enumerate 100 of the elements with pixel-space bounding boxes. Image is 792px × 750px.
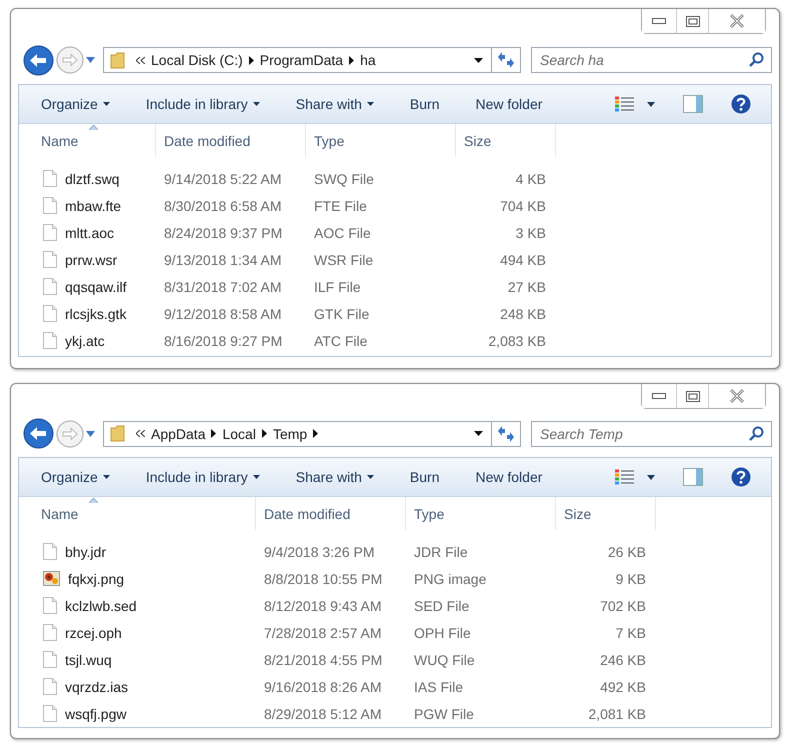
triangle-icon[interactable]	[349, 56, 354, 64]
close-button[interactable]	[708, 384, 765, 408]
triangle-icon[interactable]	[262, 429, 267, 438]
breadcrumb-item[interactable]: Temp	[266, 426, 314, 442]
file-name-cell[interactable]: vqrzdz.ias	[19, 678, 256, 695]
file-name-cell[interactable]: tsjl.wuq	[19, 651, 256, 668]
file-name-cell[interactable]: ykj.atc	[19, 332, 156, 349]
triangle-icon[interactable]	[248, 56, 254, 64]
file-name-cell[interactable]: bhy.jdr	[19, 543, 256, 560]
close-icon	[729, 389, 745, 403]
chevrons-icon	[136, 56, 145, 64]
maximize-icon	[686, 16, 700, 26]
file-name-cell[interactable]: dlztf.swq	[19, 170, 156, 187]
toolbar-button[interactable]: Burn	[402, 89, 448, 119]
document-icon	[43, 197, 57, 214]
type-cell-text: GTK File	[313, 306, 370, 322]
search-icon	[749, 52, 764, 67]
file-name-cell[interactable]: qqsqaw.ilf	[19, 278, 156, 295]
type-cell-text: OPH File	[413, 624, 472, 640]
breadcrumb-item[interactable]: AppData	[145, 426, 212, 442]
file-name-cell[interactable]: kclzlwb.sed	[19, 597, 256, 614]
folder-icon	[110, 425, 126, 442]
caret-icon	[102, 475, 110, 479]
back-button[interactable]	[23, 44, 54, 76]
close-button[interactable]	[708, 9, 765, 33]
file-name-cell[interactable]: rzcej.oph	[19, 624, 256, 641]
menu-button[interactable]: Organize	[33, 89, 118, 119]
minimize-button[interactable]	[642, 384, 676, 408]
column-header[interactable]: Name	[19, 497, 256, 530]
dropdown-icon[interactable]	[474, 431, 483, 436]
file-name-cell[interactable]: wsqfj.pgw	[19, 705, 256, 722]
type-cell-text: ILF File	[313, 278, 362, 294]
toolbar-button[interactable]: New folder	[467, 462, 550, 492]
column-header[interactable]: Type	[306, 124, 456, 157]
menu-button[interactable]: Organize	[33, 462, 118, 492]
triangle-icon[interactable]	[211, 429, 216, 438]
back-button[interactable]	[23, 418, 54, 449]
column-header[interactable]: Type	[406, 497, 556, 530]
caret-icon[interactable]	[647, 474, 655, 480]
file-name-cell[interactable]: mbaw.fte	[19, 197, 156, 214]
date-cell-text: 9/13/2018 1:34 AM	[163, 252, 283, 268]
breadcrumb-item[interactable]: Local	[216, 426, 262, 442]
breadcrumb-item[interactable]: ha	[354, 52, 382, 68]
size-cell-text: 702 KB	[599, 598, 647, 614]
menu-button[interactable]: Share with	[288, 89, 382, 119]
column-header[interactable]: Date modified	[156, 124, 306, 157]
search-field[interactable]: Search Temp	[531, 420, 772, 446]
type-cell-text: WSR File	[313, 252, 374, 268]
minimize-button[interactable]	[642, 9, 676, 33]
history-dropdown-icon[interactable]	[86, 57, 95, 63]
column-header[interactable]: Name	[19, 124, 156, 157]
view-options-icon[interactable]	[615, 96, 635, 112]
address-bar[interactable]: AppData Local Temp	[103, 420, 521, 446]
type-cell-text: WUQ File	[413, 652, 476, 668]
caret-icon[interactable]	[647, 102, 655, 106]
date-cell-text: 8/16/2018 9:27 PM	[163, 332, 284, 348]
type-cell-text: FTE File	[313, 198, 368, 214]
caret-icon	[366, 475, 374, 479]
dropdown-icon[interactable]	[474, 58, 483, 62]
file-name-cell[interactable]: prrw.wsr	[19, 251, 156, 268]
type-cell-text: PGW File	[413, 706, 475, 722]
menu-button[interactable]: Include in library	[138, 89, 268, 119]
size-cell-text: 26 KB	[606, 544, 647, 560]
document-icon	[43, 597, 57, 614]
date-cell-text: 8/30/2018 6:58 AM	[163, 198, 283, 214]
search-field[interactable]: Search ha	[531, 47, 772, 73]
chevrons-icon	[136, 430, 145, 437]
column-header[interactable]: Size	[556, 497, 656, 530]
caret-icon	[252, 102, 260, 106]
size-cell-text: 704 KB	[499, 198, 547, 214]
breadcrumb-item[interactable]: ProgramData	[254, 52, 350, 68]
image-file-icon	[43, 570, 60, 587]
size-cell-text: 2,081 KB	[587, 706, 647, 722]
minimize-icon	[652, 393, 666, 399]
search-icon	[749, 426, 764, 440]
file-name-cell[interactable]: fqkxj.png	[19, 570, 256, 587]
column-header[interactable]: Date modified	[256, 497, 406, 530]
help-icon[interactable]	[731, 94, 751, 114]
triangle-icon[interactable]	[313, 429, 318, 438]
date-cell-text: 8/12/2018 9:43 AM	[263, 598, 383, 614]
toolbar-button[interactable]: Burn	[402, 462, 448, 492]
column-header[interactable]: Size	[456, 124, 556, 157]
maximize-button[interactable]	[676, 384, 708, 408]
date-cell-text: 8/24/2018 9:37 PM	[163, 224, 284, 240]
document-icon	[43, 624, 57, 641]
view-options-icon[interactable]	[615, 469, 635, 485]
toolbar-button[interactable]: New folder	[467, 89, 550, 119]
maximize-button[interactable]	[676, 9, 708, 33]
history-dropdown-icon[interactable]	[86, 430, 95, 436]
date-cell-text: 8/21/2018 4:55 PM	[263, 652, 384, 668]
file-name-cell[interactable]: rlcsjks.gtk	[19, 305, 156, 322]
breadcrumb-item[interactable]: Local Disk (C:)	[145, 52, 249, 68]
caret-icon	[252, 475, 260, 479]
file-name-cell[interactable]: mltt.aoc	[19, 224, 156, 241]
address-bar[interactable]: Local Disk (C:) ProgramData ha	[103, 47, 521, 73]
type-cell-text: SED File	[413, 598, 470, 614]
menu-button[interactable]: Include in library	[138, 462, 268, 492]
help-icon[interactable]	[731, 467, 751, 487]
caret-icon	[366, 102, 374, 106]
menu-button[interactable]: Share with	[288, 462, 382, 492]
